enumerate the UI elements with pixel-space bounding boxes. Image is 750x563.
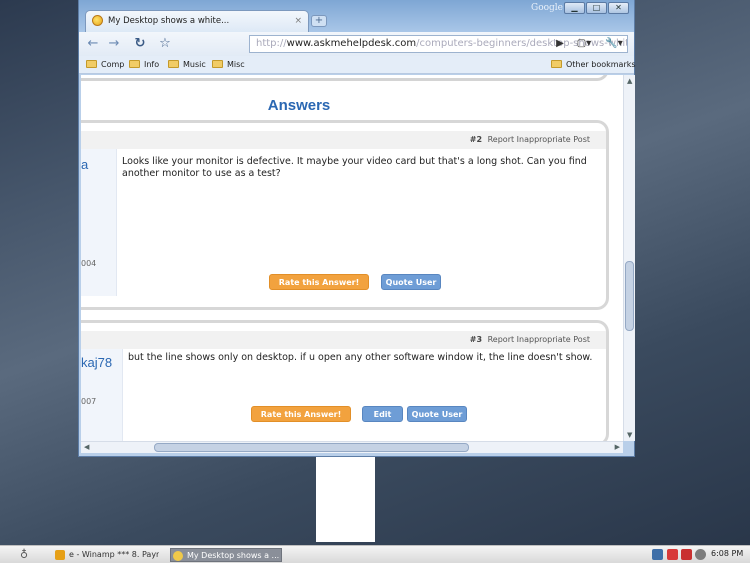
bookmarks-bar: Comp Info Music Misc Other bookmarks (79, 56, 636, 74)
edit-button[interactable]: Edit (362, 406, 403, 422)
start-menu-icon[interactable]: ♁ (10, 548, 38, 562)
horizontal-scroll-thumb[interactable] (154, 443, 469, 452)
task-label: e - Winamp *** 8. Payr ... (69, 550, 159, 559)
toolbar: ← → ↻ ☆ http://www.askmehelpdesk.com/com… (79, 32, 634, 56)
scroll-up-icon[interactable]: ▲ (627, 77, 632, 85)
username[interactable]: a (81, 157, 88, 172)
back-icon[interactable]: ← (85, 36, 101, 52)
new-tab-button[interactable]: + (311, 15, 327, 27)
tools-menu-icon[interactable]: 🔧▾ (602, 36, 626, 52)
vertical-scrollbar[interactable]: ▲ ▼ (623, 75, 635, 441)
answer-post-3: #3 Report Inappropriate Post kaj78 007 b… (81, 320, 609, 441)
folder-icon (129, 60, 140, 68)
scroll-left-icon[interactable]: ◀ (84, 443, 89, 451)
tab-close-icon[interactable]: × (294, 11, 302, 31)
other-bookmarks[interactable]: Other bookmarks (551, 60, 636, 70)
go-icon[interactable]: ▶ (552, 36, 568, 52)
tray-app-icon[interactable] (681, 549, 692, 560)
tray-flag-icon[interactable] (667, 549, 678, 560)
task-winamp[interactable]: e - Winamp *** 8. Payr ... (53, 548, 159, 562)
join-year: 004 (81, 259, 97, 268)
quote-user-button[interactable]: Quote User (407, 406, 467, 422)
scroll-right-icon[interactable]: ▶ (615, 443, 620, 451)
browser-window: My Desktop shows a white... × + Google ▁… (78, 0, 636, 457)
star-icon[interactable]: ☆ (157, 36, 173, 52)
vertical-scroll-thumb[interactable] (625, 261, 634, 331)
bookmark-label: Misc (227, 60, 245, 69)
url-scheme: http:// (256, 38, 287, 49)
forward-icon[interactable]: → (106, 36, 122, 52)
answer-post-2: #2 Report Inappropriate Post a 004 Looks… (81, 120, 609, 310)
network-icon[interactable] (652, 549, 663, 560)
post-header: #3 Report Inappropriate Post (81, 331, 606, 349)
favicon-icon (92, 15, 103, 26)
post-text: but the line shows only on desktop. if u… (128, 352, 593, 363)
report-link[interactable]: Report Inappropriate Post (488, 335, 590, 344)
taskbar: ♁ e - Winamp *** 8. Payr ... My Desktop … (0, 545, 750, 563)
bookmark-music[interactable]: Music (168, 60, 206, 70)
bookmark-label: Info (144, 60, 160, 69)
bookmark-label: Music (183, 60, 206, 69)
post-number[interactable]: #2 (470, 135, 482, 144)
folder-icon (86, 60, 97, 68)
title-bar: My Desktop shows a white... × + Google ▁… (79, 0, 634, 32)
answers-title: Answers (267, 97, 331, 114)
rate-answer-button[interactable]: Rate this Answer! (269, 274, 369, 290)
task-browser[interactable]: My Desktop shows a ... (170, 548, 282, 562)
bookmark-comp[interactable]: Comp (86, 60, 124, 70)
folder-icon (168, 60, 179, 68)
post-number[interactable]: #3 (470, 335, 482, 344)
scroll-down-icon[interactable]: ▼ (627, 431, 632, 439)
page-content: Answers #2 Report Inappropriate Post a 0… (81, 75, 623, 441)
bookmark-label: Comp (101, 60, 125, 69)
horizontal-scrollbar[interactable]: ◀ ▶ (81, 441, 623, 453)
post-text: Looks like your monitor is defective. It… (122, 156, 587, 179)
page-menu-icon[interactable]: ▢▾ (573, 36, 595, 52)
folder-icon (551, 60, 562, 68)
minimize-button[interactable]: ▁ (564, 2, 585, 14)
desktop-white-strip (316, 457, 375, 542)
post-header: #2 Report Inappropriate Post (81, 131, 606, 149)
other-bookmarks-label: Other bookmarks (566, 60, 636, 69)
volume-icon[interactable] (695, 549, 706, 560)
task-label: My Desktop shows a ... (187, 551, 280, 560)
tab-title: My Desktop shows a white... (108, 16, 230, 26)
username[interactable]: kaj78 (81, 355, 112, 370)
bookmark-info[interactable]: Info (129, 60, 159, 70)
clock: 6:08 PM (711, 549, 744, 558)
tab-active[interactable]: My Desktop shows a white... × (85, 10, 309, 32)
join-year: 007 (81, 397, 97, 406)
bookmark-misc[interactable]: Misc (212, 60, 245, 70)
reload-icon[interactable]: ↻ (132, 36, 148, 52)
report-link[interactable]: Report Inappropriate Post (488, 135, 590, 144)
rate-answer-button[interactable]: Rate this Answer! (251, 406, 351, 422)
google-label: Google (531, 3, 563, 13)
url-path: /computers-beginners/desktop-shows-white… (416, 38, 627, 49)
previous-box-edge (81, 75, 609, 81)
address-bar[interactable]: http://www.askmehelpdesk.com/computers-b… (249, 35, 628, 53)
browser-icon (173, 551, 183, 561)
quote-user-button[interactable]: Quote User (381, 274, 441, 290)
folder-icon (212, 60, 223, 68)
maximize-button[interactable]: □ (586, 2, 607, 14)
url-domain: www.askmehelpdesk.com (286, 38, 417, 49)
winamp-icon (55, 550, 65, 560)
close-button[interactable]: ✕ (608, 2, 629, 14)
